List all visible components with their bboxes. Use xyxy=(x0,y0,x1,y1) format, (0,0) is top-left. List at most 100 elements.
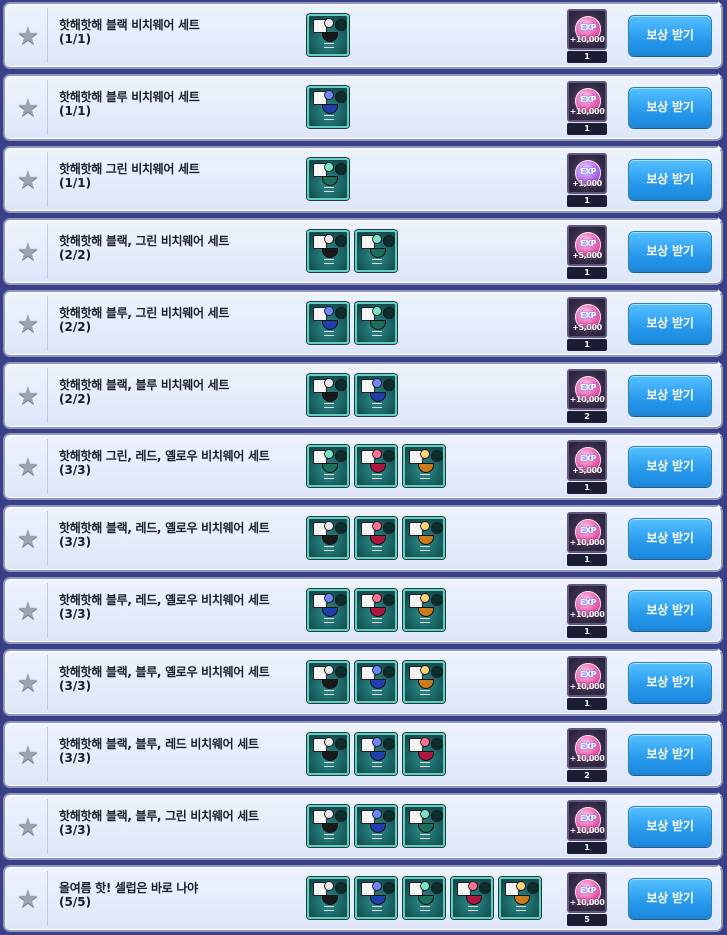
claim-reward-button[interactable]: 보상 받기 xyxy=(628,159,712,200)
bikini-item-icon[interactable] xyxy=(355,517,397,559)
star-slot: ★ xyxy=(9,727,48,782)
claim-reward-button[interactable]: 보상 받기 xyxy=(628,734,712,775)
bikini-bottom-icon xyxy=(418,679,434,689)
claim-reward-button[interactable]: 보상 받기 xyxy=(628,878,712,919)
bikini-item-icon[interactable] xyxy=(355,877,397,919)
item-stripe xyxy=(420,546,430,551)
bikini-item-icon[interactable] xyxy=(403,805,445,847)
bikini-bottom-icon xyxy=(370,248,386,258)
bikini-bottom-icon xyxy=(322,823,338,833)
exp-reward[interactable]: EXP +1,000 xyxy=(567,153,607,194)
bikini-item-icon[interactable] xyxy=(307,302,349,344)
bikini-item-icon[interactable] xyxy=(499,877,541,919)
exp-reward[interactable]: EXP +10,000 xyxy=(567,81,607,122)
bikini-item-icon[interactable] xyxy=(355,302,397,344)
bikini-item-icon[interactable] xyxy=(355,661,397,703)
exp-reward[interactable]: EXP +10,000 xyxy=(567,9,607,50)
bikini-item-icon[interactable] xyxy=(307,733,349,775)
claim-reward-button[interactable]: 보상 받기 xyxy=(628,303,712,344)
item-stripe xyxy=(420,762,430,767)
bikini-top-icon xyxy=(324,809,334,819)
claim-reward-button[interactable]: 보상 받기 xyxy=(628,87,712,128)
bikini-item-icon[interactable] xyxy=(355,230,397,272)
bikini-top-icon xyxy=(372,665,382,675)
claim-reward-button[interactable]: 보상 받기 xyxy=(628,662,712,703)
claim-reward-button[interactable]: 보상 받기 xyxy=(628,446,712,487)
bikini-item-icon[interactable] xyxy=(403,445,445,487)
bikini-item-icon[interactable] xyxy=(403,877,445,919)
bikini-item-icon[interactable] xyxy=(307,86,349,128)
bikini-top-icon xyxy=(324,378,334,388)
exp-amount: +10,000 xyxy=(569,826,605,835)
bikini-item-icon[interactable] xyxy=(307,230,349,272)
bikini-top-icon xyxy=(324,306,334,316)
exp-reward[interactable]: EXP +10,000 xyxy=(567,512,607,553)
claim-reward-button[interactable]: 보상 받기 xyxy=(628,806,712,847)
bikini-item-icon[interactable] xyxy=(355,589,397,631)
bikini-item-icon[interactable] xyxy=(403,589,445,631)
exp-reward[interactable]: EXP +10,000 xyxy=(567,584,607,625)
star-icon: ★ xyxy=(16,21,40,50)
star-icon: ★ xyxy=(16,884,40,913)
exp-reward[interactable]: EXP +5,000 xyxy=(567,297,607,338)
achievement-row: ✦ ★ 핫해핫해 블랙 비치웨어 세트 (1/1) EXP +10,000 1 … xyxy=(3,1,723,69)
empty-slot-icon xyxy=(431,594,443,606)
item-stripe xyxy=(324,187,334,192)
bikini-bottom-icon xyxy=(370,823,386,833)
claim-reward-button[interactable]: 보상 받기 xyxy=(628,518,712,559)
bikini-item-icon[interactable] xyxy=(307,877,349,919)
bikini-item-icon[interactable] xyxy=(403,661,445,703)
bikini-item-icon[interactable] xyxy=(355,374,397,416)
sparkle-icon: ✦ xyxy=(714,288,723,299)
bikini-item-icon[interactable] xyxy=(307,374,349,416)
empty-slot-icon xyxy=(431,450,443,462)
empty-slot-icon xyxy=(335,163,347,175)
claim-reward-button[interactable]: 보상 받기 xyxy=(628,590,712,631)
exp-reward[interactable]: EXP +10,000 xyxy=(567,800,607,841)
exp-label: EXP xyxy=(580,454,597,463)
bikini-item-icon[interactable] xyxy=(307,517,349,559)
star-slot: ★ xyxy=(9,655,48,710)
sparkle-icon: ✦ xyxy=(714,144,723,155)
reward-quantity: 1 xyxy=(567,51,607,63)
bikini-item-icon[interactable] xyxy=(307,14,349,56)
item-stripe xyxy=(372,618,382,623)
achievement-progress: (5/5) xyxy=(59,895,92,909)
star-slot: ★ xyxy=(9,439,48,494)
exp-reward[interactable]: EXP +10,000 xyxy=(567,656,607,697)
bikini-item-icon[interactable] xyxy=(355,805,397,847)
item-stripe xyxy=(420,834,430,839)
bikini-item-icon[interactable] xyxy=(307,445,349,487)
bikini-item-icon[interactable] xyxy=(403,517,445,559)
exp-amount: +10,000 xyxy=(569,754,605,763)
bikini-item-icon[interactable] xyxy=(355,733,397,775)
exp-reward[interactable]: EXP +10,000 xyxy=(567,872,607,913)
bikini-item-icon[interactable] xyxy=(355,445,397,487)
claim-reward-button[interactable]: 보상 받기 xyxy=(628,231,712,272)
claim-reward-button[interactable]: 보상 받기 xyxy=(628,375,712,416)
achievement-progress: (1/1) xyxy=(59,104,92,118)
bikini-item-icon[interactable] xyxy=(307,589,349,631)
exp-reward[interactable]: EXP +5,000 xyxy=(567,440,607,481)
bikini-item-icon[interactable] xyxy=(307,158,349,200)
exp-label: EXP xyxy=(580,167,597,176)
bikini-top-icon xyxy=(324,162,334,172)
achievement-row: ✦ ★ 핫해핫해 블루, 그린 비치웨어 세트 (2/2) EXP +5,000… xyxy=(3,288,723,357)
bikini-top-icon xyxy=(324,18,334,28)
bikini-item-icon[interactable] xyxy=(451,877,493,919)
exp-reward[interactable]: EXP +10,000 xyxy=(567,369,607,410)
bikini-bottom-icon xyxy=(370,607,386,617)
exp-label: EXP xyxy=(580,814,597,823)
claim-reward-button[interactable]: 보상 받기 xyxy=(628,15,712,56)
item-stripe xyxy=(420,690,430,695)
bikini-item-icon[interactable] xyxy=(403,733,445,775)
exp-reward[interactable]: EXP +10,000 xyxy=(567,728,607,769)
achievement-progress: (3/3) xyxy=(59,463,92,477)
bikini-item-icon[interactable] xyxy=(307,805,349,847)
reward-quantity: 5 xyxy=(567,914,607,926)
reward-quantity: 2 xyxy=(567,770,607,782)
bikini-item-icon[interactable] xyxy=(307,661,349,703)
exp-reward[interactable]: EXP +5,000 xyxy=(567,225,607,266)
empty-slot-icon xyxy=(383,450,395,462)
item-stripe xyxy=(420,906,430,911)
